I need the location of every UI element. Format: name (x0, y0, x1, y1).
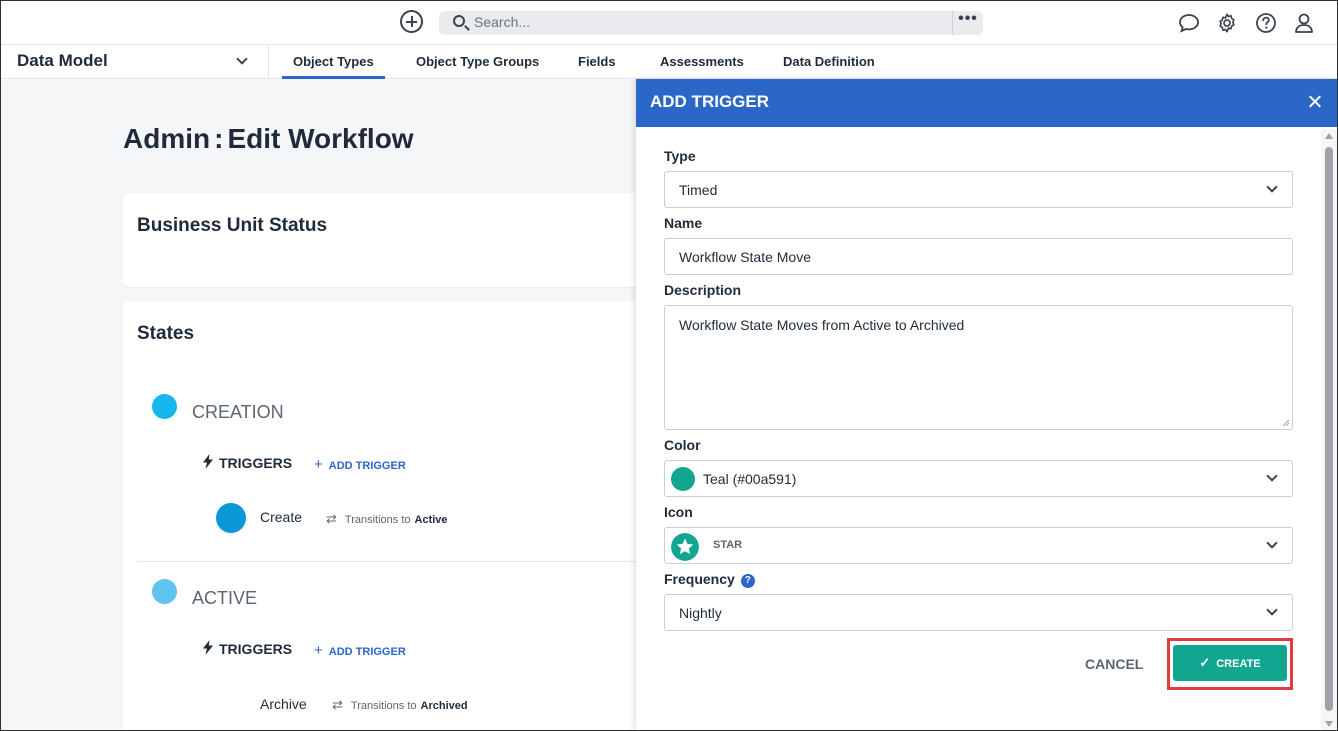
transition-target: Archived (420, 700, 468, 712)
scroll-down-arrow-icon[interactable] (1325, 721, 1333, 727)
color-label: Color (664, 437, 701, 453)
panel-scrollbar[interactable] (1321, 129, 1338, 731)
create-button[interactable]: ✓ CREATE (1173, 645, 1287, 681)
color-value: Teal (#00a591) (703, 471, 797, 487)
star-icon (671, 533, 699, 561)
help-icon[interactable] (1255, 12, 1277, 34)
swap-arrows-icon: ⇄ (332, 697, 343, 712)
frequency-label: Frequency (664, 571, 735, 587)
panel-title: ADD TRIGGER (650, 92, 769, 111)
triggers-label: TRIGGERS (219, 641, 293, 657)
tab-object-type-groups[interactable]: Object Type Groups (416, 54, 539, 69)
add-trigger-button[interactable]: + ADD TRIGGER (314, 456, 406, 473)
scrollbar-thumb[interactable] (1325, 147, 1333, 711)
chevron-down-icon (1266, 470, 1278, 482)
tab-fields[interactable]: Fields (578, 54, 616, 69)
create-button-label: CREATE (1216, 658, 1261, 670)
add-trigger-button[interactable]: + ADD TRIGGER (314, 642, 406, 659)
scroll-up-arrow-icon[interactable] (1325, 133, 1333, 139)
workflow-name: Business Unit Status (137, 215, 328, 236)
description-textarea[interactable]: Workflow State Moves from Active to Arch… (664, 305, 1293, 430)
add-trigger-panel: ADD TRIGGER Type Timed Name Workflow Sta… (636, 79, 1338, 731)
transition-target: Active (414, 514, 448, 526)
trigger-icon-dot (216, 503, 246, 533)
add-trigger-label: ADD TRIGGER (328, 646, 406, 658)
close-icon[interactable] (1304, 91, 1326, 113)
swap-arrows-icon: ⇄ (326, 511, 337, 526)
plus-icon: + (314, 456, 323, 473)
tab-assessments[interactable]: Assessments (660, 54, 744, 69)
trigger-name-create[interactable]: Create (260, 509, 302, 525)
search-bar[interactable]: Search... ••• (439, 11, 983, 35)
state-name-creation[interactable]: CREATION (192, 402, 284, 423)
state-color-dot (152, 579, 177, 604)
lightning-icon (203, 454, 213, 469)
color-select[interactable]: Teal (#00a591) (664, 460, 1293, 497)
user-icon[interactable] (1293, 12, 1315, 34)
state-name-active[interactable]: ACTIVE (192, 588, 257, 609)
name-label: Name (664, 215, 703, 231)
search-input[interactable]: Search... (474, 14, 530, 30)
name-input[interactable]: Workflow State Move (664, 238, 1293, 275)
trigger-name-archive[interactable]: Archive (260, 696, 307, 712)
chevron-down-icon (1266, 181, 1278, 193)
state-divider (137, 561, 637, 562)
type-label: Type (664, 148, 696, 164)
tab-data-definition[interactable]: Data Definition (783, 54, 875, 69)
cancel-button[interactable]: CANCEL (1085, 656, 1143, 672)
search-icon (453, 15, 465, 27)
transitions-to-label: Transitions to (350, 700, 417, 712)
panel-header: ADD TRIGGER (636, 79, 1338, 127)
page-title: Admin: Edit Workflow (123, 123, 414, 155)
frequency-select[interactable]: Nightly (664, 594, 1293, 631)
gear-icon[interactable] (1216, 12, 1238, 34)
name-value: Workflow State Move (679, 249, 812, 265)
icon-label: Icon (664, 504, 693, 520)
transitions-to-label: Transitions to (344, 514, 411, 526)
lightning-icon (203, 640, 213, 655)
page-title-text: Edit Workflow (227, 123, 414, 154)
help-icon[interactable]: ? (740, 574, 755, 588)
type-select[interactable]: Timed (664, 171, 1293, 208)
frequency-value: Nightly (679, 605, 722, 621)
more-options-button[interactable]: ••• (952, 11, 983, 35)
chat-icon[interactable] (1178, 12, 1200, 34)
sub-navigation: Data Model Object Types Object Type Grou… (0, 45, 1338, 79)
chevron-down-icon (1266, 537, 1278, 549)
type-value: Timed (679, 182, 718, 198)
check-icon: ✓ (1199, 655, 1211, 670)
app-selector-label: Data Model (17, 51, 108, 70)
page-title-prefix: Admin (123, 123, 211, 154)
trigger-transition: ⇄ Transitions to Active (326, 511, 448, 527)
add-trigger-label: ADD TRIGGER (328, 460, 406, 472)
trigger-transition: ⇄ Transitions to Archived (332, 697, 468, 713)
frequency-label-row: Frequency? (664, 571, 755, 588)
tab-object-types[interactable]: Object Types (282, 54, 385, 79)
top-bar: Search... ••• (0, 0, 1338, 45)
description-label: Description (664, 282, 742, 298)
resize-handle-icon[interactable] (1282, 419, 1290, 427)
triggers-label: TRIGGERS (219, 455, 293, 471)
page-title-separator: : (214, 123, 224, 154)
plus-icon: + (314, 642, 323, 659)
icon-select[interactable]: STAR (664, 527, 1293, 564)
state-color-dot (152, 394, 177, 419)
workflow-name-card: Business Unit Status (123, 193, 643, 287)
color-swatch (671, 467, 695, 491)
add-icon[interactable] (400, 10, 423, 33)
icon-value: STAR (713, 539, 743, 551)
description-value: Workflow State Moves from Active to Arch… (679, 317, 965, 333)
app-selector[interactable]: Data Model (0, 45, 269, 79)
chevron-down-icon (236, 53, 248, 65)
chevron-down-icon (1266, 604, 1278, 616)
states-heading: States (137, 323, 195, 344)
